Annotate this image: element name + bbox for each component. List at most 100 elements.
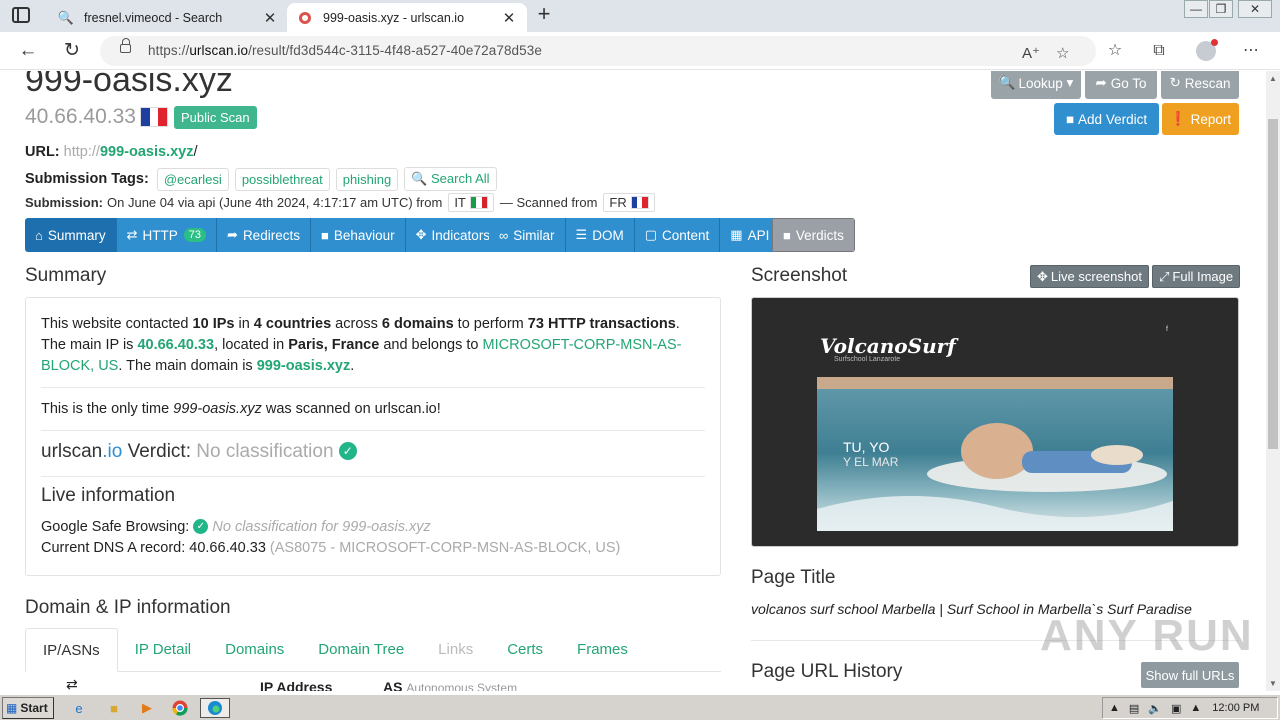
tab-urlscan[interactable]: 999-oasis.xyz - urlscan.io ✕ bbox=[287, 3, 527, 32]
close-icon[interactable]: ✕ bbox=[501, 9, 517, 27]
country-badge-fr: FR bbox=[603, 193, 655, 212]
new-tab-icon[interactable]: + bbox=[533, 3, 555, 26]
page-scrollbar[interactable]: ▲ ▼ bbox=[1266, 71, 1280, 691]
collections-icon[interactable]: ⧉ bbox=[1146, 38, 1172, 64]
tag-phishing[interactable]: phishing bbox=[335, 167, 399, 191]
tab-behaviour[interactable]: ■ Behaviour bbox=[310, 218, 406, 252]
scanned-url: URL: http://999-oasis.xyz/ bbox=[25, 144, 198, 160]
more-menu-icon[interactable]: ⋯ bbox=[1238, 38, 1264, 64]
full-image-button[interactable]: ⤢ Full Image bbox=[1152, 265, 1241, 288]
comment-icon: ■ bbox=[1065, 111, 1075, 127]
close-icon[interactable]: ✕ bbox=[262, 9, 278, 27]
lock-icon[interactable] bbox=[120, 38, 131, 53]
tab-search[interactable]: 🔍 fresnel.vimeocd - Search ✕ bbox=[48, 3, 288, 32]
tab-api[interactable]: ▦ API bbox=[720, 218, 780, 252]
search-all-button[interactable]: 🔍 Search All bbox=[404, 167, 497, 191]
report-button[interactable]: ❗ Report bbox=[1162, 103, 1239, 135]
tab-domain-tree[interactable]: Domain Tree bbox=[301, 628, 421, 672]
profile-avatar[interactable] bbox=[1196, 39, 1218, 61]
tab-frames[interactable]: Frames bbox=[560, 628, 645, 672]
address-bar[interactable]: https://urlscan.io/result/fd3d544c-3115-… bbox=[100, 36, 1096, 66]
add-favorite-icon[interactable]: ☆ bbox=[1056, 44, 1069, 62]
scanned-url-link[interactable]: 999-oasis.xyz bbox=[100, 144, 194, 160]
expand-icon: ⤢ bbox=[1159, 268, 1170, 284]
volume-icon[interactable]: 🔈 bbox=[1148, 702, 1162, 715]
refresh-icon[interactable]: ↻ bbox=[60, 39, 84, 63]
crosshair-icon: ✥ bbox=[1037, 268, 1048, 284]
sort-icon[interactable]: ⇄ bbox=[66, 676, 78, 691]
public-scan-badge: Public Scan bbox=[173, 105, 257, 129]
summary-panel: This website contacted 10 IPs in 4 count… bbox=[25, 297, 721, 576]
tab-ip-detail[interactable]: IP Detail bbox=[118, 628, 208, 672]
network-icon[interactable]: ▤ bbox=[1129, 702, 1139, 715]
address-toolbar: ← ↻ https://urlscan.io/result/fd3d544c-3… bbox=[0, 32, 1280, 70]
read-aloud-icon[interactable]: A⁺ bbox=[1022, 44, 1040, 62]
anyrun-watermark: ANY RUN bbox=[1040, 611, 1254, 660]
tag-possiblethreat[interactable]: possiblethreat bbox=[234, 167, 330, 191]
media-player-icon[interactable]: ▶ bbox=[136, 698, 158, 718]
shield-icon[interactable]: ▲ bbox=[1190, 702, 1201, 714]
folder-icon[interactable]: ■ bbox=[103, 698, 125, 718]
minimize-icon[interactable]: — bbox=[1184, 0, 1208, 18]
tab-title: fresnel.vimeocd - Search bbox=[84, 10, 223, 25]
tab-content[interactable]: ▢ Content bbox=[634, 218, 721, 252]
comment-icon: ■ bbox=[320, 227, 329, 243]
show-full-urls-button[interactable]: Show full URLs bbox=[1141, 662, 1239, 688]
ie-icon[interactable]: e bbox=[68, 698, 90, 718]
chevron-up-icon[interactable]: ▲ bbox=[1109, 702, 1120, 714]
main-domain-link[interactable]: 999-oasis.xyz bbox=[257, 358, 351, 374]
list-icon: ☰ bbox=[575, 227, 588, 242]
divider bbox=[41, 476, 705, 477]
http-count-badge: 73 bbox=[183, 228, 207, 242]
add-verdict-button[interactable]: ■ Add Verdict bbox=[1054, 103, 1159, 135]
site-screenshot[interactable]: VolcanoSurf Surfschool Lanzarote f TU, Y… bbox=[751, 297, 1239, 547]
lookup-button[interactable]: 🔍 Lookup ▾ bbox=[991, 71, 1081, 99]
tag-ecarlesi[interactable]: @ecarlesi bbox=[156, 167, 229, 191]
workspaces-icon[interactable] bbox=[12, 7, 30, 23]
page-content: 999-oasis.xyz 40.66.40.33 Public Scan 🔍 L… bbox=[0, 71, 1266, 691]
france-flag-icon bbox=[139, 107, 168, 127]
url-text[interactable]: https://urlscan.io/result/fd3d544c-3115-… bbox=[148, 43, 542, 58]
tab-links[interactable]: Links bbox=[421, 628, 490, 672]
main-ip-link[interactable]: 40.66.40.33 bbox=[137, 337, 214, 353]
back-arrow-icon[interactable]: ← bbox=[16, 39, 40, 63]
restore-icon[interactable]: ❐ bbox=[1209, 0, 1233, 18]
column-as: AS Autonomous System bbox=[383, 679, 518, 691]
display-icon[interactable]: ▣ bbox=[1171, 702, 1181, 715]
tab-indicators[interactable]: ✥ Indicators bbox=[405, 218, 501, 252]
scroll-up-icon[interactable]: ▲ bbox=[1269, 74, 1277, 83]
start-button[interactable]: ▦ Start bbox=[2, 697, 54, 719]
chrome-icon[interactable] bbox=[169, 698, 191, 718]
exchange-icon: ⇄ bbox=[126, 227, 138, 242]
rescan-button[interactable]: ↻ Rescan bbox=[1161, 71, 1239, 99]
tab-redirects[interactable]: ➦ Redirects bbox=[217, 218, 311, 252]
scan-count-text: This is the only time 999-oasis.xyz was … bbox=[41, 401, 441, 417]
edge-icon[interactable] bbox=[200, 698, 230, 718]
live-screenshot-button[interactable]: ✥ Live screenshot bbox=[1030, 265, 1149, 288]
tab-title: 999-oasis.xyz - urlscan.io bbox=[323, 10, 465, 25]
search-icon: 🔍 bbox=[411, 171, 428, 186]
share-arrow-icon: ➦ bbox=[1095, 75, 1107, 90]
safe-browsing-row: Google Safe Browsing: ✓ No classificatio… bbox=[41, 519, 431, 535]
tab-dom[interactable]: ☰ DOM bbox=[565, 218, 635, 252]
link-icon: ∞ bbox=[499, 227, 509, 243]
tab-similar[interactable]: ∞ Similar bbox=[489, 218, 566, 252]
close-window-icon[interactable]: ✕ bbox=[1238, 0, 1272, 18]
goto-button[interactable]: ➦ Go To bbox=[1085, 71, 1157, 99]
site-hero-image: TU, YO Y EL MAR bbox=[817, 389, 1173, 531]
divider bbox=[41, 387, 705, 388]
scroll-down-icon[interactable]: ▼ bbox=[1269, 679, 1277, 688]
favorites-icon[interactable]: ☆ bbox=[1102, 38, 1128, 64]
scrollbar-thumb[interactable] bbox=[1268, 119, 1278, 449]
italy-flag-icon bbox=[469, 196, 488, 209]
tab-certs[interactable]: Certs bbox=[490, 628, 560, 672]
tab-verdicts[interactable]: ■ Verdicts bbox=[772, 218, 855, 252]
tab-domains[interactable]: Domains bbox=[208, 628, 301, 672]
tab-ip-asns[interactable]: IP/ASNs bbox=[25, 628, 118, 672]
country-badge-it: IT bbox=[448, 193, 494, 212]
tab-http[interactable]: ⇄ HTTP 73 bbox=[116, 218, 218, 252]
tab-summary[interactable]: ⌂ Summary bbox=[25, 218, 117, 252]
result-nav-primary: ⌂ Summary ⇄ HTTP 73 ➦ Redirects ■ Behaviour ✥… bbox=[25, 218, 501, 252]
clock: 12:00 PM bbox=[1212, 702, 1260, 714]
site-logo: VolcanoSurf bbox=[820, 334, 956, 358]
